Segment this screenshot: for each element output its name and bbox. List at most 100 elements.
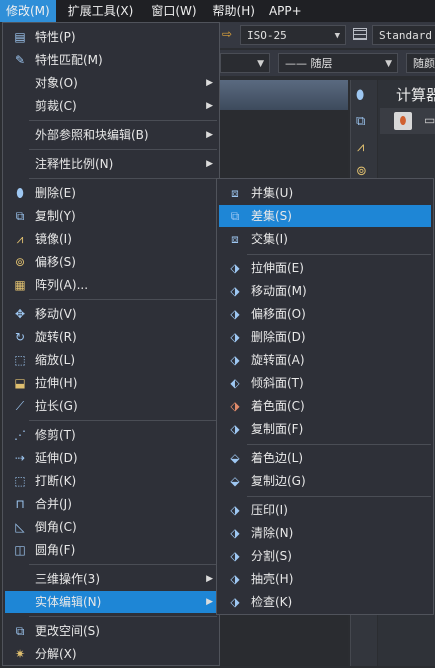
offset-icon[interactable]: ⊚ [356, 164, 367, 179]
menu-item-extend[interactable]: ⇢ 延伸(D) [5, 447, 217, 469]
menu-item-label: 着色面(C) [251, 399, 305, 413]
submenu-item-copy-edges[interactable]: ⬙ 复制边(G) [219, 470, 431, 492]
submenu-item-copy-faces[interactable]: ⬗ 复制面(F) [219, 418, 431, 440]
tablestyle-combo[interactable]: Standard [372, 25, 435, 45]
offset-icon: ⊚ [14, 255, 26, 269]
menubar: 修改(M) 扩展工具(X) 窗口(W) 帮助(H) APP+ [0, 0, 435, 22]
menu-item-chamfer[interactable]: ◺ 倒角(C) [5, 516, 217, 538]
menu-item-scale[interactable]: ⬚ 缩放(L) [5, 349, 217, 371]
subtract-icon: ⧉ [230, 209, 240, 223]
submenu-item-imprint[interactable]: ⬗ 压印(I) [219, 499, 431, 521]
submenu-item-delete-faces[interactable]: ⬗ 删除面(D) [219, 326, 431, 348]
menu-item-label: 延伸(D) [35, 451, 78, 465]
menu-item-explode[interactable]: ✷ 分解(X) [5, 643, 217, 665]
properties-icon: ▤ [14, 30, 26, 44]
submenu-item-union[interactable]: ⧈ 并集(U) [219, 182, 431, 204]
menu-item-rotate[interactable]: ↻ 旋转(R) [5, 326, 217, 348]
menu-item-label: 拉伸(H) [35, 376, 78, 390]
erase-icon[interactable]: ⬮ [356, 88, 364, 103]
submenu-item-color-edges[interactable]: ⬙ 着色边(L) [219, 447, 431, 469]
menu-item-object[interactable]: 对象(O) ▶ [5, 72, 217, 94]
menu-item-break[interactable]: ⬚ 打断(K) [5, 470, 217, 492]
lineweight-combo[interactable]: 随颜 [406, 53, 435, 73]
solid-editing-submenu: ⧈ 并集(U) ⧉ 差集(S) ⧈ 交集(I) ⬗ 拉伸面(E) ⬗ 移动面(M… [216, 178, 434, 615]
submenu-arrow-icon: ▶ [206, 574, 213, 584]
menu-item-properties[interactable]: ▤ 特性(P) [5, 26, 217, 48]
submenu-item-separate[interactable]: ⬗ 分割(S) [219, 545, 431, 567]
submenu-item-color-faces[interactable]: ⬗ 着色面(C) [219, 395, 431, 417]
menu-item-label: 倾斜面(T) [251, 376, 304, 390]
linetype-combo[interactable]: —— 随层 ▼ [278, 53, 398, 73]
submenu-item-offset-faces[interactable]: ⬗ 偏移面(O) [219, 303, 431, 325]
textstyle-icon: ⇨ [222, 27, 233, 41]
submenu-item-intersect[interactable]: ⧈ 交集(I) [219, 228, 431, 250]
color-combo[interactable]: ▼ [220, 53, 270, 73]
menu-item-match-properties[interactable]: ✎ 特性匹配(M) [5, 49, 217, 71]
submenu-item-rotate-faces[interactable]: ⬗ 旋转面(A) [219, 349, 431, 371]
menu-item-label: 三维操作(3) [35, 572, 100, 586]
paste-icon[interactable]: ▭ [424, 113, 435, 127]
menu-item-label: 实体编辑(N) [35, 595, 102, 609]
menu-item-mirror[interactable]: ⩘ 镜像(I) [5, 228, 217, 250]
menu-app-plus[interactable]: APP+ [263, 0, 308, 22]
offset-faces-icon: ⬗ [230, 307, 240, 321]
move-faces-icon: ⬗ [230, 284, 240, 298]
menu-extension-tools[interactable]: 扩展工具(X) [62, 0, 140, 22]
menu-item-3d-operations[interactable]: 三维操作(3) ▶ [5, 568, 217, 590]
menu-item-label: 删除(E) [35, 186, 76, 200]
menu-item-fillet[interactable]: ◫ 圆角(F) [5, 539, 217, 561]
submenu-item-clean[interactable]: ⬗ 清除(N) [219, 522, 431, 544]
submenu-arrow-icon: ▶ [206, 130, 213, 140]
menu-separator [29, 178, 217, 179]
menu-item-label: 缩放(L) [35, 353, 76, 367]
menu-separator [29, 120, 217, 121]
menu-item-join[interactable]: ⊓ 合并(J) [5, 493, 217, 515]
panel-toolbar: ⬮ ▭ [380, 108, 435, 134]
menu-separator [29, 149, 217, 150]
menu-item-clip[interactable]: 剪裁(C) ▶ [5, 95, 217, 117]
mirror-icon[interactable]: ⩘ [357, 140, 364, 155]
copy-icon[interactable]: ⧉ [356, 114, 365, 129]
menu-item-change-space[interactable]: ⧉ 更改空间(S) [5, 620, 217, 642]
erase-icon: ⬮ [16, 186, 24, 200]
menu-item-label: 交集(I) [251, 232, 288, 246]
menu-item-offset[interactable]: ⊚ 偏移(S) [5, 251, 217, 273]
submenu-item-extrude-faces[interactable]: ⬗ 拉伸面(E) [219, 257, 431, 279]
menu-help[interactable]: 帮助(H) [207, 0, 261, 22]
join-icon: ⊓ [15, 497, 25, 511]
menu-item-label: 打断(K) [35, 474, 77, 488]
menu-modify[interactable]: 修改(M) [0, 0, 56, 22]
menu-separator [29, 299, 217, 300]
menu-item-label: 拉长(G) [35, 399, 78, 413]
menu-item-label: 分割(S) [251, 549, 292, 563]
menu-item-label: 倒角(C) [35, 520, 77, 534]
menu-item-label: 旋转(R) [35, 330, 77, 344]
menu-item-move[interactable]: ✥ 移动(V) [5, 303, 217, 325]
menu-item-erase[interactable]: ⬮ 删除(E) [5, 182, 217, 204]
match-properties-icon: ✎ [14, 53, 26, 67]
submenu-item-shell[interactable]: ⬗ 抽壳(H) [219, 568, 431, 590]
dimstyle-combo[interactable]: ISO-25 ▼ [240, 25, 346, 45]
chamfer-icon: ◺ [15, 520, 25, 534]
menu-item-xref-block-edit[interactable]: 外部参照和块编辑(B) ▶ [5, 124, 217, 146]
copy-faces-icon: ⬗ [230, 422, 240, 436]
menu-item-stretch[interactable]: ⬓ 拉伸(H) [5, 372, 217, 394]
menu-item-label: 检查(K) [251, 595, 293, 609]
submenu-item-subtract[interactable]: ⧉ 差集(S) [219, 205, 431, 227]
linetype-value: —— 随层 [285, 57, 333, 70]
menu-item-annotative-scale[interactable]: 注释性比例(N) ▶ [5, 153, 217, 175]
submenu-item-check[interactable]: ⬗ 检查(K) [219, 591, 431, 613]
menu-item-array[interactable]: ▦ 阵列(A)... [5, 274, 217, 296]
menu-item-trim[interactable]: ⋰ 修剪(T) [5, 424, 217, 446]
menu-item-label: 着色边(L) [251, 451, 304, 465]
menu-item-solid-editing[interactable]: 实体编辑(N) ▶ [5, 591, 217, 613]
menu-window[interactable]: 窗口(W) [145, 0, 202, 22]
submenu-item-move-faces[interactable]: ⬗ 移动面(M) [219, 280, 431, 302]
menu-item-copy[interactable]: ⧉ 复制(Y) [5, 205, 217, 227]
submenu-item-taper-faces[interactable]: ⬖ 倾斜面(T) [219, 372, 431, 394]
menu-item-lengthen[interactable]: ⟋ 拉长(G) [5, 395, 217, 417]
explode-icon: ✷ [14, 647, 26, 661]
lengthen-icon: ⟋ [15, 399, 25, 413]
copy-edges-icon: ⬙ [230, 474, 240, 488]
clear-icon[interactable]: ⬮ [394, 112, 412, 130]
